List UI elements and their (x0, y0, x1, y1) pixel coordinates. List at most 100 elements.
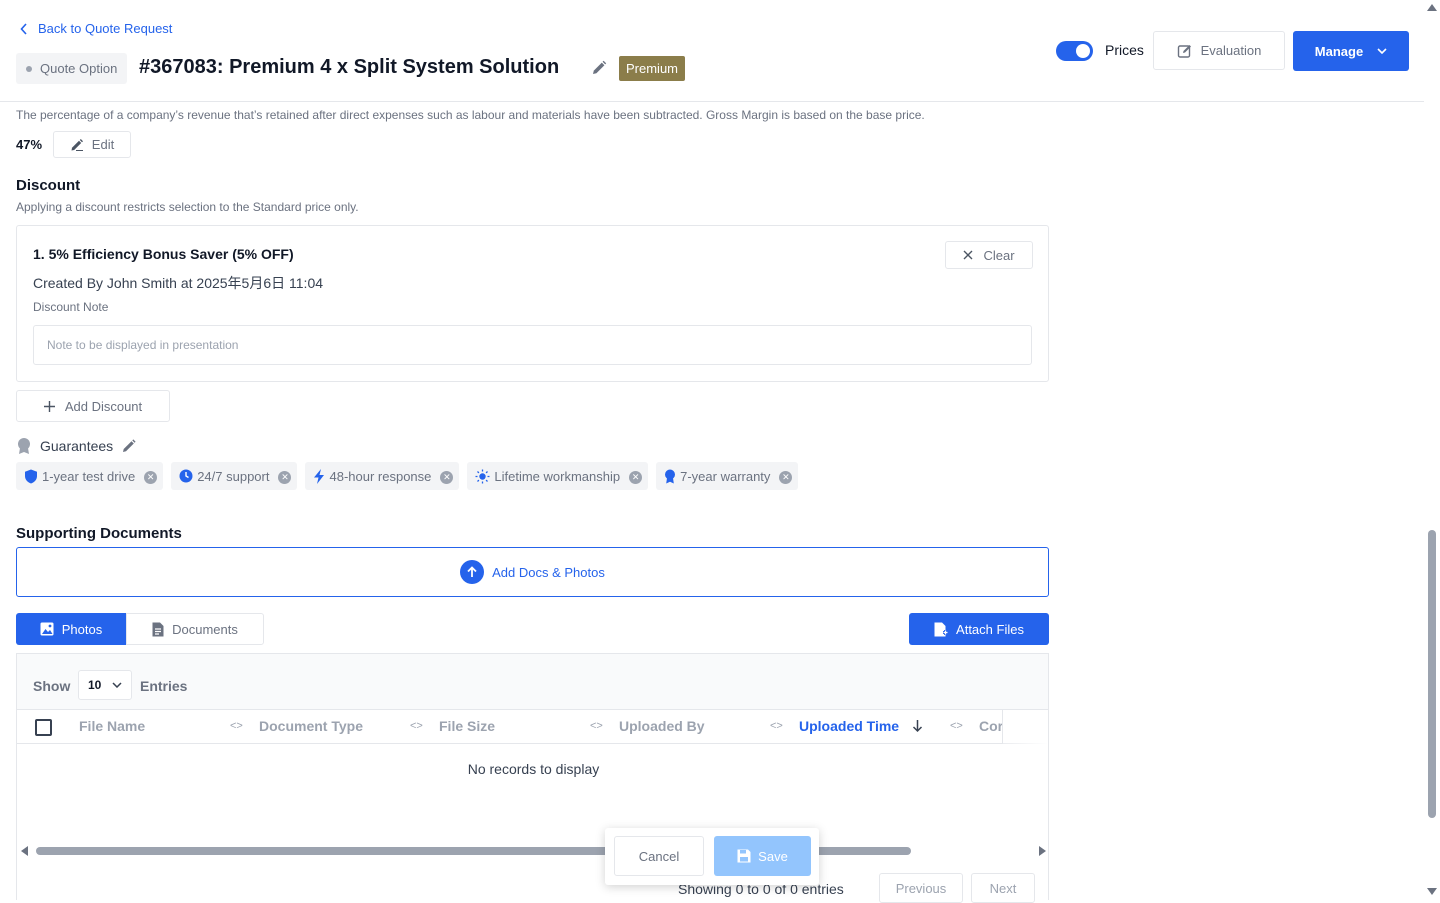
remove-chip-icon[interactable]: ✕ (278, 471, 292, 484)
next-page-button[interactable]: Next (971, 873, 1035, 903)
sun-icon (475, 469, 490, 484)
page-header: Back to Quote Request Quote Option #3670… (0, 0, 1424, 102)
discount-note-label: Discount Note (33, 300, 109, 314)
save-button[interactable]: Save (714, 836, 811, 876)
pencil-icon (70, 138, 84, 152)
premium-badge: Premium (619, 56, 686, 81)
sticky-column-divider (1002, 710, 1048, 744)
save-icon (737, 849, 751, 863)
discount-created-by: Created By John Smith at 2025年5月6日 11:04 (33, 275, 324, 291)
gross-margin-value: 47% (16, 137, 43, 152)
scroll-up-arrow-icon[interactable] (1427, 4, 1437, 11)
tab-documents-label: Documents (172, 621, 238, 637)
attach-files-label: Attach Files (956, 621, 1024, 637)
quote-option-chip: Quote Option (16, 53, 128, 84)
chevron-left-icon (20, 22, 28, 35)
attach-files-button[interactable]: Attach Files (909, 613, 1049, 645)
save-label: Save (758, 848, 788, 864)
evaluation-label: Evaluation (1200, 43, 1262, 58)
edit-label: Edit (91, 137, 115, 152)
add-docs-photos-dropzone[interactable]: Add Docs & Photos (16, 547, 1049, 597)
manage-dropdown-button[interactable]: Manage (1293, 31, 1409, 71)
entries-label: Entries (140, 678, 188, 694)
column-header-comments[interactable]: Cor (979, 718, 1003, 734)
horizontal-scrollbar[interactable] (21, 845, 1046, 857)
remove-chip-icon[interactable]: ✕ (144, 471, 158, 484)
guarantee-chip: 1-year test drive ✕ (16, 462, 164, 490)
table-toolbar: Show 10 Entries (17, 654, 1048, 710)
column-header-uploaded-by[interactable]: Uploaded By (619, 718, 705, 734)
column-header-file-size[interactable]: File Size (439, 718, 495, 734)
manage-label: Manage (1314, 43, 1364, 59)
scrollbar-thumb[interactable] (1428, 530, 1436, 818)
upload-label: Add Docs & Photos (492, 564, 605, 580)
sort-icon[interactable]: <> (590, 720, 603, 732)
scroll-left-arrow-icon[interactable] (21, 846, 28, 856)
guarantees-header: Guarantees (16, 437, 137, 455)
upload-icon (460, 560, 485, 584)
plus-icon (43, 400, 55, 412)
guarantee-chip: Lifetime workmanship ✕ (467, 462, 649, 490)
column-header-uploaded-time[interactable]: Uploaded Time (799, 718, 899, 734)
prices-toggle[interactable] (1056, 41, 1093, 61)
tab-photos[interactable]: Photos (16, 613, 126, 645)
chevron-down-icon (112, 682, 122, 688)
floating-action-bar: Cancel Save (605, 828, 819, 885)
remove-chip-icon[interactable]: ✕ (440, 471, 454, 484)
clear-discount-button[interactable]: Clear (945, 241, 1033, 269)
award-icon (16, 437, 32, 455)
evaluation-button[interactable]: Evaluation (1153, 31, 1285, 70)
add-discount-button[interactable]: Add Discount (16, 390, 170, 422)
guarantee-chip-label: Lifetime workmanship (494, 468, 621, 484)
page-size-value: 10 (88, 678, 102, 692)
vertical-scrollbar[interactable] (1424, 0, 1440, 900)
sort-icon[interactable]: <> (950, 720, 963, 732)
shield-icon (24, 469, 38, 484)
files-table: Show 10 Entries File Name <> Document Ty… (16, 653, 1049, 903)
edit-square-icon (1177, 43, 1193, 59)
guarantee-chip: 7-year warranty ✕ (656, 462, 799, 490)
back-link-label: Back to Quote Request (38, 21, 173, 36)
table-header-row: File Name <> Document Type <> File Size … (17, 710, 1048, 744)
discount-card: 1. 5% Efficiency Bonus Saver (5% OFF) Cr… (16, 225, 1049, 382)
clock-icon (179, 469, 193, 483)
remove-chip-icon[interactable]: ✕ (779, 471, 793, 484)
discount-title: Discount (16, 177, 81, 194)
chevron-down-icon (1377, 48, 1387, 54)
scroll-down-arrow-icon[interactable] (1427, 888, 1437, 895)
guarantee-chip-label: 1-year test drive (42, 468, 136, 484)
document-icon (152, 622, 164, 637)
gross-margin-description: The percentage of a company’s revenue th… (16, 108, 925, 122)
guarantee-chip-label: 24/7 support (197, 468, 270, 484)
edit-gross-margin-button[interactable]: Edit (53, 131, 131, 158)
remove-chip-icon[interactable]: ✕ (629, 471, 643, 484)
guarantee-chip: 24/7 support ✕ (171, 462, 298, 490)
guarantees-title: Guarantees (40, 438, 114, 454)
previous-page-button[interactable]: Previous (879, 873, 963, 903)
tab-photos-label: Photos (61, 621, 103, 637)
edit-guarantees-pencil-icon[interactable] (121, 438, 137, 454)
cancel-button[interactable]: Cancel (614, 836, 704, 876)
tab-documents[interactable]: Documents (126, 613, 264, 645)
edit-title-pencil-icon[interactable] (590, 59, 608, 77)
status-dot-icon (26, 65, 32, 72)
sort-icon[interactable]: <> (230, 720, 243, 732)
column-header-file-name[interactable]: File Name (79, 718, 145, 734)
lightning-icon (313, 468, 325, 484)
discount-note-input[interactable] (33, 325, 1032, 365)
award-icon (664, 469, 676, 484)
close-icon (963, 250, 973, 260)
scroll-right-arrow-icon[interactable] (1039, 846, 1046, 856)
back-to-quote-request-link[interactable]: Back to Quote Request (20, 21, 172, 36)
column-header-document-type[interactable]: Document Type (259, 718, 363, 734)
quote-option-label: Quote Option (40, 61, 118, 76)
discount-name: 1. 5% Efficiency Bonus Saver (5% OFF) (33, 246, 294, 262)
page-size-select[interactable]: 10 (78, 670, 132, 700)
file-add-icon (934, 622, 949, 637)
guarantee-chip: 48-hour response ✕ (305, 462, 460, 490)
discount-subtitle: Applying a discount restricts selection … (16, 200, 359, 214)
sort-icon[interactable]: <> (410, 720, 423, 732)
select-all-checkbox[interactable] (35, 719, 52, 736)
sort-icon[interactable]: <> (770, 720, 783, 732)
show-label: Show (33, 678, 71, 694)
